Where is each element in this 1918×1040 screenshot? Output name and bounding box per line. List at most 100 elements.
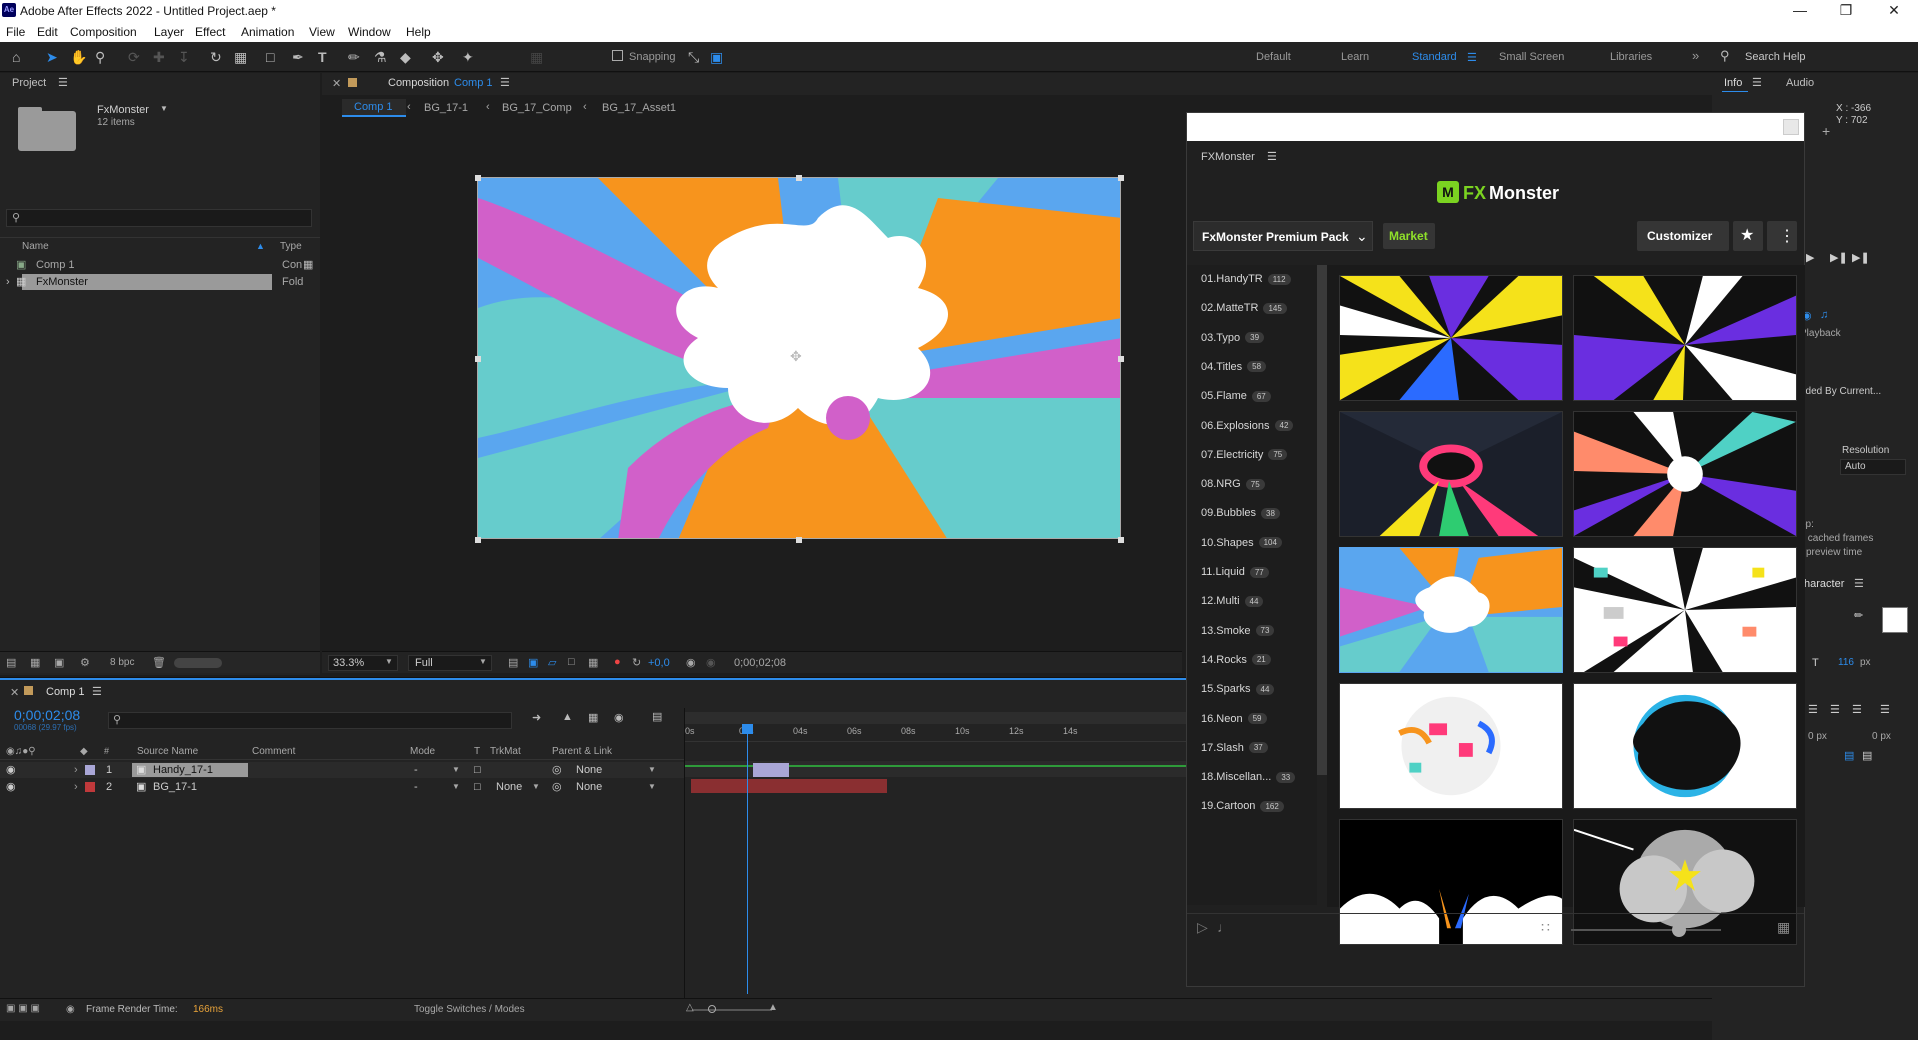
- menu-effect[interactable]: Effect: [195, 25, 225, 39]
- anchor-point-icon[interactable]: ✥: [790, 348, 802, 365]
- project-search-input[interactable]: ⚲: [6, 209, 312, 227]
- selection-tool-icon[interactable]: ➤: [46, 49, 58, 65]
- region-of-interest-icon[interactable]: □: [568, 656, 575, 668]
- timeline-tab[interactable]: Comp 1: [46, 686, 85, 698]
- tab-character[interactable]: haracter: [1804, 578, 1844, 590]
- category-item[interactable]: 06.Explosions 42: [1201, 420, 1294, 432]
- project-item[interactable]: › ▦ FxMonster Fold: [0, 274, 320, 290]
- effect-thumbnail[interactable]: [1573, 411, 1797, 537]
- new-composition-icon[interactable]: ▣: [54, 656, 64, 669]
- market-button[interactable]: Market: [1383, 223, 1435, 249]
- expand-arrow-icon[interactable]: ›: [6, 274, 10, 290]
- adjust-icon[interactable]: ⚙: [80, 656, 90, 669]
- layer-parent[interactable]: None: [576, 779, 602, 795]
- resolution-dropdown[interactable]: Auto: [1840, 459, 1906, 475]
- audio-toggle-icon[interactable]: ♫: [1820, 309, 1828, 321]
- transform-handle[interactable]: [475, 175, 481, 181]
- step-forward-icon[interactable]: ▶❚: [1830, 251, 1848, 264]
- current-time[interactable]: 0;00;02;08: [734, 657, 786, 669]
- timeline-search-input[interactable]: ⚲: [108, 712, 512, 729]
- transform-handle[interactable]: [475, 356, 481, 362]
- layer-bar[interactable]: [753, 763, 789, 777]
- puppet-pin-icon[interactable]: ✦: [462, 49, 474, 65]
- roto-brush-icon[interactable]: ✥: [432, 49, 444, 65]
- thumbnail-size-slider[interactable]: [1571, 929, 1721, 931]
- snapping-checkbox[interactable]: [612, 50, 623, 61]
- menu-composition[interactable]: Composition: [70, 25, 137, 39]
- breadcrumb-item[interactable]: BG_17-1: [424, 102, 468, 114]
- rotation-tool-icon[interactable]: ↻: [210, 49, 222, 65]
- color-channel-icon[interactable]: ●: [614, 656, 621, 668]
- chevron-down-icon[interactable]: ▼: [648, 762, 656, 778]
- label-column-icon[interactable]: ◆: [80, 746, 88, 757]
- workspace-menu-icon[interactable]: ☰: [1467, 51, 1477, 64]
- category-item[interactable]: 08.NRG 75: [1201, 478, 1265, 490]
- snapshot-icon[interactable]: ◉: [686, 656, 696, 669]
- space-value[interactable]: 0 px: [1872, 731, 1891, 742]
- thumbnail-slider[interactable]: [174, 658, 222, 668]
- effect-thumbnail[interactable]: [1339, 411, 1563, 537]
- chevron-down-icon[interactable]: ▼: [532, 779, 540, 795]
- category-item[interactable]: 10.Shapes 104: [1201, 537, 1282, 549]
- label-color[interactable]: [85, 782, 95, 792]
- play-preview-icon[interactable]: ▷: [1197, 919, 1208, 936]
- fill-color-swatch[interactable]: [1882, 607, 1908, 633]
- align-center-icon[interactable]: ☰: [1808, 703, 1818, 716]
- close-tab-icon[interactable]: ✕: [10, 686, 19, 699]
- menu-file[interactable]: File: [6, 25, 25, 39]
- timeline-timecode[interactable]: 0;00;02;08: [14, 707, 80, 723]
- toggle-switches-modes[interactable]: Toggle Switches / Modes: [414, 1004, 525, 1015]
- workspace-small-screen[interactable]: Small Screen: [1499, 51, 1564, 63]
- close-icon[interactable]: ✕: [1884, 2, 1904, 19]
- category-item[interactable]: 13.Smoke 73: [1201, 625, 1275, 637]
- layer-row[interactable]: ◉ › 1 ▣ Handy_17-1 - ▼ □ ◎ None ▼: [0, 762, 684, 778]
- effect-thumbnail[interactable]: [1573, 547, 1797, 673]
- column-parent[interactable]: Parent & Link: [552, 746, 612, 757]
- play-icon[interactable]: ▶: [1806, 251, 1814, 264]
- layer-row[interactable]: ◉ › 2 ▣ BG_17-1 - ▼ □ None ▼ ◎ None ▼: [0, 779, 684, 795]
- effect-thumbnail[interactable]: [1339, 275, 1563, 401]
- effect-thumbnail[interactable]: [1339, 819, 1563, 945]
- expand-arrow-icon[interactable]: ›: [74, 779, 78, 795]
- thumbnail-size-knob[interactable]: [1672, 923, 1686, 937]
- category-item[interactable]: 14.Rocks 21: [1201, 654, 1271, 666]
- customizer-button[interactable]: Customizer: [1637, 221, 1729, 251]
- category-scrollbar[interactable]: [1317, 265, 1327, 775]
- pen-tool-icon[interactable]: ✒: [292, 49, 304, 65]
- zoom-dropdown[interactable]: 33.3% ▼: [328, 655, 398, 671]
- workspace-learn[interactable]: Learn: [1341, 51, 1369, 63]
- layer-parent[interactable]: None: [576, 762, 602, 778]
- indent-value[interactable]: 0 px: [1808, 731, 1827, 742]
- pan-behind-icon[interactable]: ▦: [234, 49, 247, 65]
- eraser-tool-icon[interactable]: ◆: [400, 49, 411, 65]
- category-item[interactable]: 04.Titles 58: [1201, 361, 1267, 373]
- mask-visibility-icon[interactable]: ▱: [548, 656, 556, 669]
- category-item[interactable]: 01.HandyTR 112: [1201, 273, 1291, 285]
- category-item[interactable]: 18.Miscellan... 33: [1201, 771, 1296, 783]
- menu-layer[interactable]: Layer: [154, 25, 184, 39]
- layer-mode[interactable]: -: [414, 762, 418, 778]
- category-item[interactable]: 15.Sparks 44: [1201, 683, 1275, 695]
- preserve-transparency[interactable]: □: [474, 762, 481, 778]
- fxmonster-panel-title[interactable]: FXMonster: [1201, 151, 1255, 163]
- layer-name[interactable]: Handy_17-1: [153, 762, 213, 778]
- effect-thumbnail[interactable]: [1339, 683, 1563, 809]
- eyedropper-icon[interactable]: ✏: [1854, 609, 1863, 622]
- pickwhip-icon[interactable]: ◎: [552, 779, 562, 795]
- transform-handle[interactable]: [1118, 356, 1124, 362]
- draft-3d-icon[interactable]: ▲: [562, 711, 573, 723]
- align-icon[interactable]: ▦: [530, 49, 543, 65]
- category-item[interactable]: 05.Flame 67: [1201, 390, 1271, 402]
- effect-thumbnail-selected[interactable]: [1339, 547, 1563, 673]
- close-tab-icon[interactable]: ✕: [332, 77, 341, 90]
- category-item[interactable]: 17.Slash 37: [1201, 742, 1268, 754]
- menu-view[interactable]: View: [309, 25, 335, 39]
- flowchart-icon[interactable]: ▦: [303, 257, 313, 273]
- pan-camera-icon[interactable]: ✚: [153, 49, 165, 65]
- large-grid-icon[interactable]: ▦: [1777, 919, 1790, 936]
- pickwhip-icon[interactable]: ◎: [552, 762, 562, 778]
- reset-exposure-icon[interactable]: ↻: [632, 656, 641, 669]
- more-options-button[interactable]: ⋮: [1767, 221, 1797, 251]
- home-icon[interactable]: ⌂: [12, 49, 20, 65]
- panel-menu-icon[interactable]: ☰: [1752, 76, 1762, 89]
